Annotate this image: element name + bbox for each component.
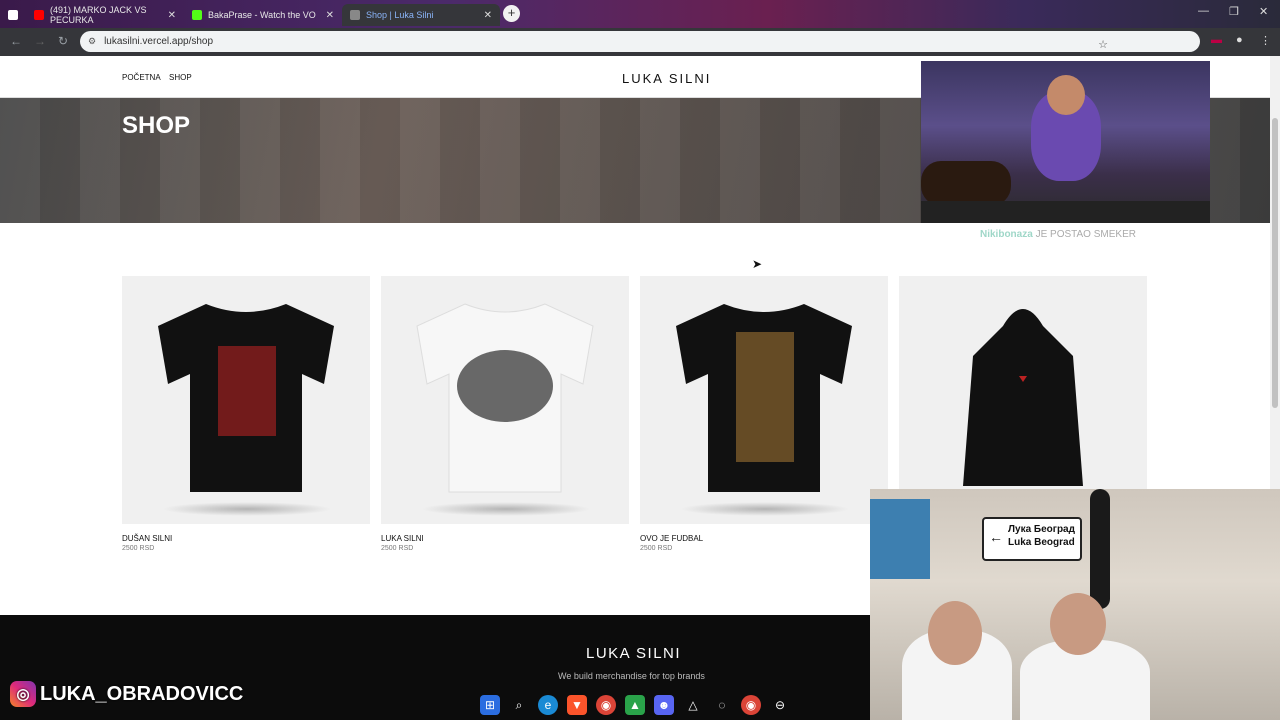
product-card[interactable]: DUŠAN SILNI 2500 RSD [122,276,370,552]
tab-bar: (491) MARKO JACK VS PECURKA ✕ BakaPrase … [0,0,1280,28]
address-bar[interactable]: ⚙ lukasilni.vercel.app/shop ☆ [80,31,1200,52]
footer-tagline: We build merchandise for top brands [558,671,705,681]
street-sign-cyrillic: Лука Београд [1008,524,1075,535]
instagram-icon: ◎ [10,681,36,707]
app-icon[interactable]: ⊖ [770,695,790,715]
product-name[interactable]: OVO JE FUDBAL [640,534,888,543]
bookmark-star-icon[interactable]: ☆ [1098,38,1108,51]
tshirt-image [416,303,594,493]
close-icon[interactable]: ✕ [168,10,176,21]
search-icon[interactable]: ⌕ [509,695,529,715]
page-title: SHOP [122,112,191,139]
product-image[interactable] [640,276,888,524]
restore-icon[interactable]: ❐ [1229,5,1239,18]
tab-youtube[interactable]: (491) MARKO JACK VS PECURKA ✕ [26,4,184,26]
tab-title: BakaPrase - Watch the VO [208,10,316,20]
youtube-icon [34,10,44,20]
taskbar: ⊞ ⌕ e ▼ ◉ ▲ ☻ △ ◌ ◉ ⊖ [480,693,790,717]
product-card[interactable]: OVO JE FUDBAL 2500 RSD [640,276,888,552]
donation-user: Nikibonaza [980,229,1033,240]
donation-video-overlay [921,61,1210,223]
donation-alert: Nikibonaza JE POSTAO SMEKER [980,229,1136,240]
product-image[interactable] [381,276,629,524]
product-name[interactable]: LUKA SILNI [381,534,629,543]
site-info-icon[interactable]: ⚙ [88,36,96,47]
kick-icon [192,10,202,20]
edge-icon[interactable]: e [538,695,558,715]
close-icon[interactable]: ✕ [326,10,334,21]
tab-shop[interactable]: Shop | Luka Silni ✕ [342,4,500,26]
product-image[interactable] [122,276,370,524]
webcam-overlay: ← Лука Београд Luka Beograd [870,489,1280,720]
nav-link-shop[interactable]: SHOP [169,73,192,82]
url-text: lukasilni.vercel.app/shop [104,36,214,47]
table-figure [921,201,1210,223]
nav-link-home[interactable]: POČETNA [122,73,161,82]
product-name[interactable]: DUŠAN SILNI [122,534,370,543]
brave-icon[interactable]: ▼ [567,695,587,715]
product-price: 2500 RSD [381,545,414,552]
instagram-handle: LUKA_OBRADOVICC [40,682,244,705]
product-price: 2500 RSD [640,545,673,552]
tab-title: Shop | Luka Silni [366,10,434,20]
back-icon[interactable]: ← [10,34,22,48]
windows-icon[interactable]: ⊞ [480,695,500,715]
tab-title: (491) MARKO JACK VS PECURKA [50,5,147,25]
product-shadow [680,502,850,516]
product-price: 2500 RSD [122,545,155,552]
hoodie-image [963,309,1083,486]
page-icon [350,10,360,20]
product-image[interactable] [899,276,1147,524]
mouse-cursor-icon: ➤ [752,257,763,271]
scrollbar-thumb[interactable] [1272,118,1278,408]
product-shadow [421,502,591,516]
tshirt-image [676,304,852,492]
chrome-icon[interactable]: ◉ [741,695,761,715]
footer-brand: LUKA SILNI [586,645,682,662]
browser-toolbar: ← → ↻ ⚙ lukasilni.vercel.app/shop ☆ ▬ ● … [0,28,1280,56]
close-window-icon[interactable]: ✕ [1259,5,1268,18]
belt-figure [921,161,1011,206]
app-icon[interactable]: ▲ [625,695,645,715]
product-shadow [162,502,332,516]
head-figure [1047,75,1085,115]
arrow-left-icon: ← [989,529,1003,545]
extension-icon[interactable]: ▬ [1211,34,1222,46]
forward-icon[interactable]: → [34,34,46,48]
menu-icon[interactable]: ⋮ [1260,34,1271,47]
poster-figure [870,499,930,579]
product-card[interactable]: LUKA SILNI 2500 RSD [381,276,629,552]
profile-avatar[interactable]: ● [1236,34,1243,46]
punching-bag-figure [1090,489,1110,609]
site-logo[interactable]: LUKA SILNI [622,71,711,86]
close-icon[interactable]: ✕ [484,10,492,21]
chrome-icon[interactable]: ◉ [596,695,616,715]
reload-icon[interactable]: ↻ [58,34,68,48]
tab-search-icon [8,10,18,20]
tshirt-image [158,304,334,492]
donation-message: JE POSTAO SMEKER [1035,229,1136,240]
new-tab-button[interactable]: + [503,5,520,22]
street-sign: ← Лука Београд Luka Beograd [982,517,1082,561]
app-icon[interactable]: ◌ [712,695,732,715]
discord-icon[interactable]: ☻ [654,695,674,715]
app-icon[interactable]: △ [683,695,703,715]
instagram-watermark: ◎ LUKA_OBRADOVICC [10,681,243,707]
street-sign-latin: Luka Beograd [1008,537,1075,548]
minimize-icon[interactable]: — [1198,5,1209,17]
tab-search-button[interactable] [0,4,26,26]
head-right [1050,593,1106,655]
tab-kick[interactable]: BakaPrase - Watch the VO ✕ [184,4,342,26]
head-left [928,601,982,665]
